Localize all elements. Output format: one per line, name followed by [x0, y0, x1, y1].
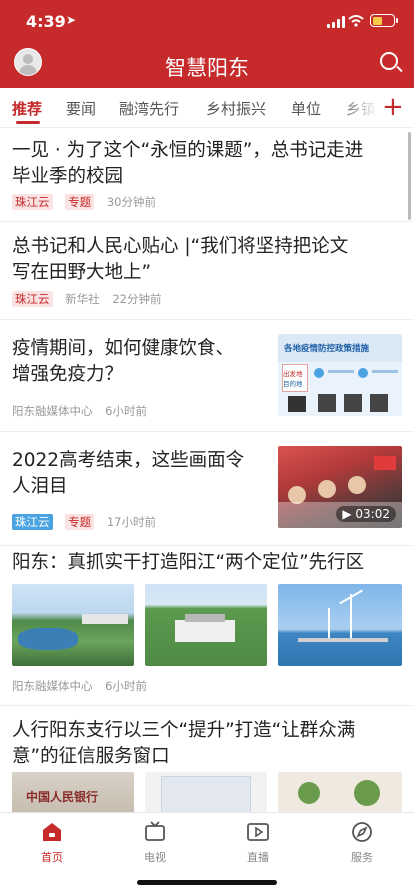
article-title: 总书记和人民心贴心 |“我们将坚持把论文 写在田野大地上”	[12, 236, 349, 283]
source-tag: 珠江云	[12, 291, 53, 307]
article-image	[278, 772, 402, 812]
add-channel-icon[interactable]: +	[382, 92, 404, 122]
article-meta: 阳东融媒体中心 6小时前	[12, 403, 147, 419]
app-title: 智慧阳东	[165, 56, 249, 80]
article-time: 17小时前	[106, 515, 156, 529]
topic-tag: 专题	[65, 514, 95, 530]
article-item[interactable]: 人行阳东支行以三个“提升”打造“让群众满 意”的征信服务窗口 中国人民银行	[0, 706, 414, 812]
compass-icon	[352, 822, 372, 842]
tab-tv[interactable]: 电视	[125, 821, 185, 865]
tab-news[interactable]: 要闻	[66, 98, 96, 119]
home-icon	[43, 823, 61, 841]
tab-bay[interactable]: 融湾先行	[119, 98, 179, 119]
article-time: 6小时前	[105, 679, 147, 693]
article-title: 疫情期间，如何健康饮食、 增强免疫力？	[12, 338, 235, 385]
video-thumbnail: ▶ 03:02	[278, 446, 402, 528]
thumb-sublabel: 目的地	[283, 380, 303, 388]
article-time: 22分钟前	[112, 292, 162, 306]
article-item[interactable]: 总书记和人民心贴心 |“我们将坚持把论文 写在田野大地上” 珠江云 新华社 22…	[0, 222, 414, 320]
article-title: 阳东：真抓实干打造阳江“两个定位”先行区	[12, 552, 365, 573]
channel-tabs: 推荐 要闻 融湾先行 乡村振兴 单位 乡镇 +	[0, 88, 414, 128]
topic-tag: 专题	[65, 194, 95, 210]
tab-recommend[interactable]: 推荐	[12, 98, 42, 119]
active-tab-indicator	[16, 121, 40, 124]
article-source: 阳东融媒体中心	[12, 404, 93, 418]
bank-sign: 中国人民银行	[26, 790, 99, 804]
tabs-fade	[338, 88, 378, 127]
signal-icon	[327, 16, 345, 28]
wifi-icon	[348, 15, 364, 27]
news-feed: 一见 · 为了这个“永恒的课题”，总书记走进 毕业季的校园 珠江云 专题 30分…	[0, 128, 414, 812]
article-image	[145, 772, 267, 812]
tab-live[interactable]: 直播	[228, 821, 288, 865]
article-image	[12, 584, 134, 666]
article-title: 人行阳东支行以三个“提升”打造“让群众满 意”的征信服务窗口	[12, 720, 356, 767]
tab-rural[interactable]: 乡村振兴	[206, 98, 266, 119]
article-meta: 珠江云 专题 30分钟前	[12, 194, 156, 210]
article-time: 30分钟前	[106, 195, 156, 209]
source-tag: 珠江云	[12, 514, 53, 530]
article-item[interactable]: 一见 · 为了这个“永恒的课题”，总书记走进 毕业季的校园 珠江云 专题 30分…	[0, 128, 414, 222]
article-item[interactable]: 阳东：真抓实干打造阳江“两个定位”先行区 阳东融媒体中心 6小时前	[0, 546, 414, 706]
article-meta: 珠江云 专题 17小时前	[12, 514, 156, 530]
article-source: 阳东融媒体中心	[12, 679, 93, 693]
article-item[interactable]: 疫情期间，如何健康饮食、 增强免疫力？ 阳东融媒体中心 6小时前 各地疫情防控政…	[0, 320, 414, 432]
thumb-heading: 各地疫情防控政策措施	[284, 344, 370, 354]
article-title: 一见 · 为了这个“永恒的课题”，总书记走进 毕业季的校园	[12, 140, 364, 187]
thumb-label: 出发地	[283, 370, 303, 378]
search-icon[interactable]	[380, 52, 398, 70]
article-time: 6小时前	[105, 404, 147, 418]
status-time: 4:39	[26, 12, 66, 31]
article-thumbnail: 各地疫情防控政策措施 出发地 目的地	[278, 334, 402, 416]
article-image: 中国人民银行	[12, 772, 134, 812]
article-meta: 珠江云 新华社 22分钟前	[12, 291, 161, 307]
article-source: 新华社	[65, 292, 100, 306]
article-image	[278, 584, 402, 666]
article-title: 2022高考结束，这些画面令 人泪目	[12, 450, 245, 497]
tab-home[interactable]: 首页	[22, 821, 82, 865]
tab-units[interactable]: 单位	[291, 98, 321, 119]
article-item[interactable]: 2022高考结束，这些画面令 人泪目 珠江云 专题 17小时前 ▶ 03:02	[0, 432, 414, 546]
tab-services[interactable]: 服务	[332, 821, 392, 865]
location-arrow-icon: ➤	[66, 13, 77, 27]
home-indicator	[137, 880, 277, 885]
battery-icon	[370, 14, 398, 27]
status-bar: 4:39 ➤	[0, 0, 414, 44]
app-header: 4:39 ➤ 智慧阳东	[0, 0, 414, 88]
source-tag: 珠江云	[12, 194, 53, 210]
live-icon	[247, 823, 269, 841]
article-image	[145, 584, 267, 666]
tv-icon	[145, 821, 165, 841]
video-duration: ▶ 03:02	[336, 506, 396, 522]
play-icon: ▶	[342, 507, 352, 521]
article-meta: 阳东融媒体中心 6小时前	[12, 678, 147, 694]
